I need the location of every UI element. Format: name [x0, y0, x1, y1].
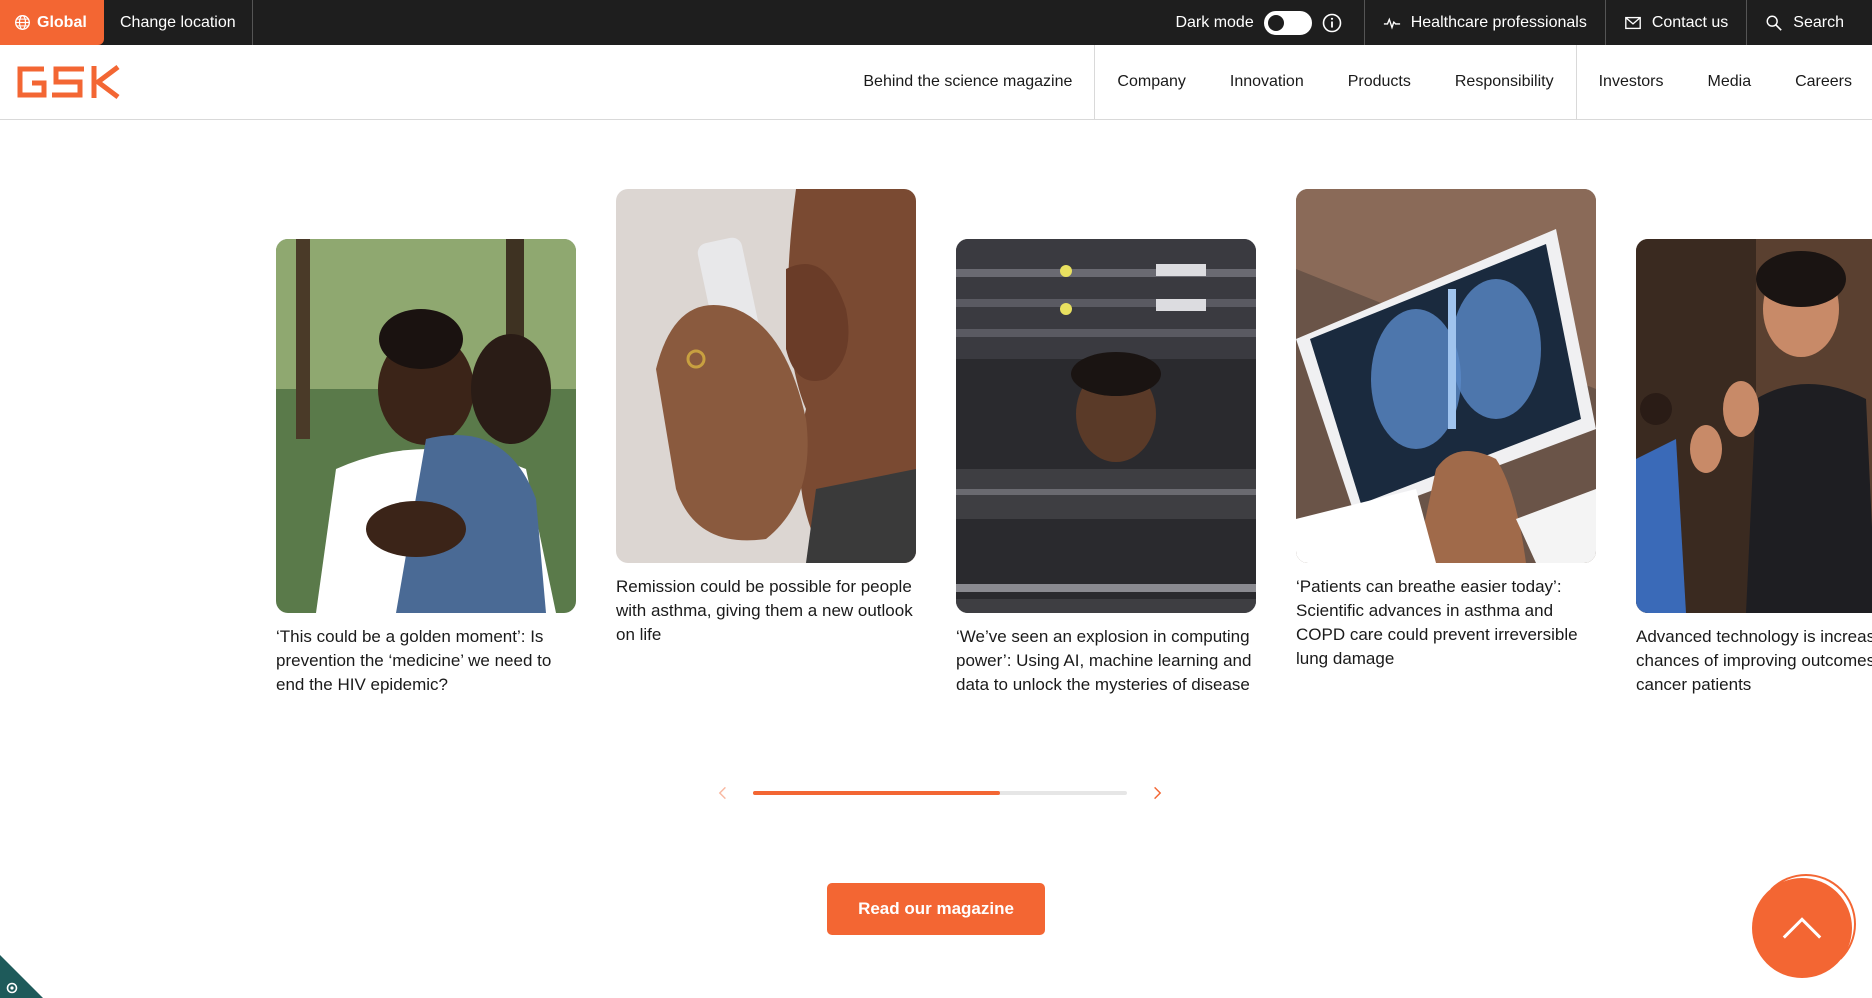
article-caption: ‘We’ve seen an explosion in computing po…: [956, 627, 1252, 694]
article-caption: Remission could be possible for people w…: [616, 577, 913, 644]
mail-icon: [1624, 16, 1641, 29]
carousel-progress-fill: [752, 791, 1000, 795]
search-label: Search: [1793, 13, 1844, 31]
article-card[interactable]: ‘Patients can breathe easier today’: Sci…: [1296, 189, 1596, 671]
dark-mode-toggle[interactable]: [1263, 10, 1312, 35]
contact-label: Contact us: [1651, 13, 1729, 31]
nav-responsibility[interactable]: Responsibility: [1433, 45, 1576, 120]
nav-innovation[interactable]: Innovation: [1208, 45, 1326, 120]
dark-mode-label: Dark mode: [1175, 13, 1254, 31]
nav-careers[interactable]: Careers: [1773, 45, 1872, 120]
healthcare-professionals-link[interactable]: Healthcare professionals: [1365, 0, 1606, 45]
carousel-prev-button[interactable]: [710, 780, 736, 806]
utility-bar: Global Change location Dark mode Healthc…: [0, 0, 1872, 45]
dark-mode-control: Dark mode: [1175, 0, 1365, 45]
woman-using-inhaler-photo: [616, 189, 916, 563]
article-card[interactable]: Advanced technology is increasing the ch…: [1636, 239, 1872, 697]
man-gesturing-photo: [1636, 239, 1872, 613]
global-location-button[interactable]: Global: [0, 0, 104, 45]
two-women-embracing-photo: [276, 239, 576, 613]
healthcare-label: Healthcare professionals: [1410, 13, 1587, 31]
pulse-icon: [1383, 16, 1400, 30]
search-icon: [1766, 15, 1783, 31]
back-to-top-ring: [1756, 874, 1856, 974]
nav-media[interactable]: Media: [1686, 45, 1774, 120]
nav-investors[interactable]: Investors: [1577, 45, 1686, 120]
article-caption: Advanced technology is increasing the ch…: [1636, 627, 1872, 694]
chevron-right-icon: [1154, 786, 1162, 800]
carousel-next-button[interactable]: [1144, 780, 1170, 806]
article-card[interactable]: ‘This could be a golden moment’: Is prev…: [276, 239, 576, 697]
chest-xray-tablet-photo: [1296, 189, 1596, 563]
globe-icon: [15, 15, 30, 30]
main-navigation: Behind the science magazine Company Inno…: [0, 44, 1872, 120]
chevron-left-icon: [718, 786, 726, 800]
article-card[interactable]: ‘We’ve seen an explosion in computing po…: [956, 239, 1256, 697]
nav-company[interactable]: Company: [1095, 45, 1207, 120]
man-in-server-room-photo: [956, 239, 1256, 613]
toggle-knob: [1267, 14, 1284, 31]
carousel-controls: [710, 780, 1170, 806]
cookie-settings-icon[interactable]: [0, 955, 43, 998]
article-caption: ‘Patients can breathe easier today’: Sci…: [1296, 577, 1578, 668]
carousel-progress-track: [752, 791, 1128, 795]
global-label: Global: [37, 13, 87, 31]
info-icon[interactable]: [1322, 13, 1342, 33]
gsk-logo[interactable]: [14, 63, 122, 101]
article-card[interactable]: Remission could be possible for people w…: [616, 189, 916, 647]
contact-us-link[interactable]: Contact us: [1606, 0, 1748, 45]
back-to-top-button[interactable]: [1752, 874, 1856, 978]
article-caption: ‘This could be a golden moment’: Is prev…: [276, 627, 552, 694]
nav-products[interactable]: Products: [1326, 45, 1433, 120]
change-location-link[interactable]: Change location: [104, 0, 253, 45]
nav-magazine[interactable]: Behind the science magazine: [841, 45, 1094, 120]
search-link[interactable]: Search: [1747, 0, 1872, 45]
read-magazine-button[interactable]: Read our magazine: [827, 883, 1045, 935]
